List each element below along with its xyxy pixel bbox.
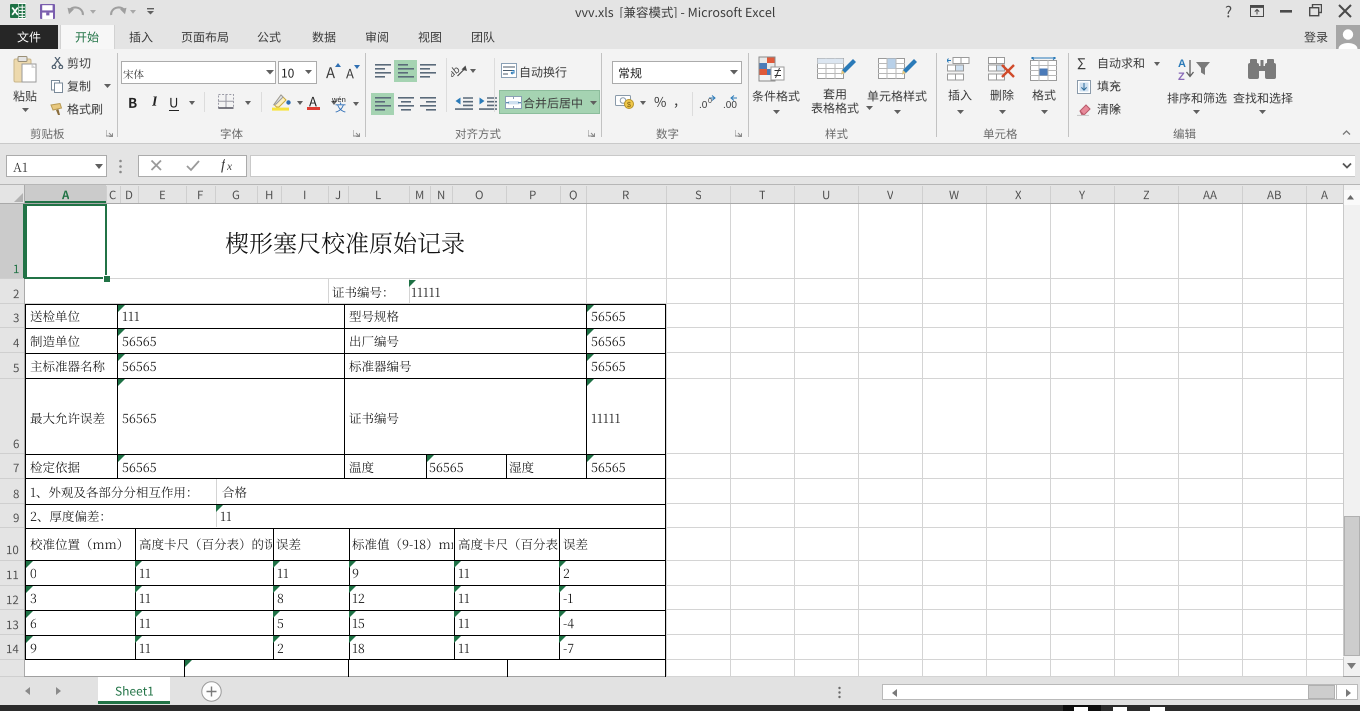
svg-text:A: A — [1178, 58, 1186, 70]
svg-text:.0: .0 — [699, 100, 708, 110]
svg-text:.00: .00 — [723, 100, 737, 110]
svg-text:$: $ — [627, 102, 631, 109]
svg-text:Z: Z — [1178, 71, 1185, 82]
svg-text:0: 0 — [708, 98, 712, 105]
